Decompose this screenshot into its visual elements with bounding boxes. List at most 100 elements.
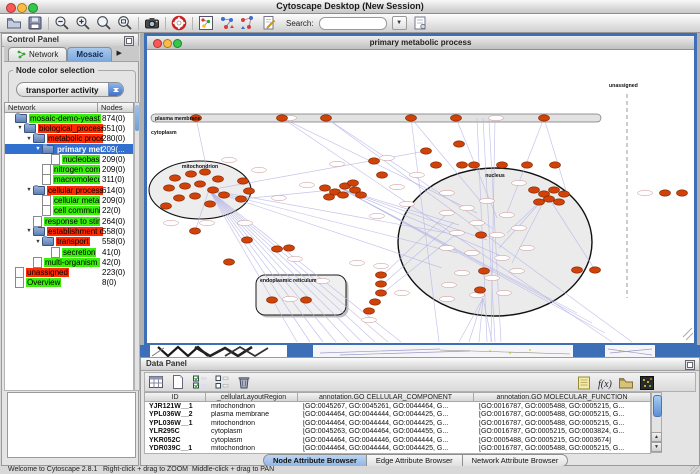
graph-node[interactable]	[660, 190, 671, 196]
table-scroll-up-button[interactable]: ▲	[651, 432, 662, 442]
search-dropdown-button[interactable]: ▼	[392, 16, 407, 30]
table-cell[interactable]: [GO:0016787, GO:0005488, GO:0005215, G..…	[475, 411, 651, 418]
graph-node[interactable]	[529, 187, 540, 193]
table-cell[interactable]: YPL036W__1	[145, 420, 207, 427]
graph-node[interactable]	[284, 245, 295, 251]
snapshot-icon[interactable]	[144, 15, 160, 31]
tree-row-cellular-metabo[interactable]: cellular metabo209(0)	[5, 195, 133, 205]
birds-eye-view[interactable]	[7, 392, 136, 458]
tree-row-macromolecule[interactable]: macromolecule311(0)	[5, 175, 133, 185]
graph-node[interactable]	[370, 299, 381, 305]
table-cell[interactable]: cytoplasm	[207, 428, 299, 435]
graph-node[interactable]	[301, 297, 312, 303]
graph-node[interactable]	[451, 115, 462, 121]
table-cell[interactable]: [GO:0045267, GO:0045261, GO:0044464, G..…	[299, 403, 475, 410]
graph-node[interactable]	[224, 259, 235, 265]
table-cell[interactable]: mitochondrion	[207, 420, 299, 427]
expander-icon[interactable]: ▼	[25, 187, 33, 193]
graph-node[interactable]	[219, 192, 230, 198]
graph-node[interactable]	[376, 272, 387, 278]
table-row[interactable]: YJR121W__1mitochondrion[GO:0045267, GO:0…	[145, 402, 650, 411]
graph-node[interactable]	[554, 199, 565, 205]
graph-node[interactable]	[186, 171, 197, 177]
column-header[interactable]: annotation.GO CELLULAR_COMPONENT	[298, 392, 474, 402]
graph-node[interactable]	[170, 175, 181, 181]
table-cell[interactable]: YLR295C	[145, 428, 207, 435]
table-cell[interactable]: [GO:0044464, GO:0044444, GO:0044425, G..…	[299, 411, 475, 418]
tree-row-metabolic-process[interactable]: ▼metabolic process280(0)	[5, 134, 133, 144]
zoom-selected-icon[interactable]	[117, 15, 133, 31]
network-canvas[interactable]: plasma membranecytoplasmmitochondrionnuc…	[147, 50, 694, 343]
table-cell[interactable]: [GO:0005488, GO:0005215, GO:0003674]	[475, 437, 651, 444]
tree-row-nucleobase-[interactable]: nucleobase-209(0)	[5, 154, 133, 164]
expander-icon[interactable]: ▼	[25, 228, 33, 234]
tab-overflow-arrow[interactable]: ▶	[116, 47, 121, 61]
table-cell[interactable]: mitochondrion	[207, 445, 299, 452]
graph-node[interactable]	[272, 246, 283, 252]
graph-node[interactable]	[544, 196, 555, 202]
notes-icon[interactable]	[576, 375, 592, 391]
table-cell[interactable]: YDR039C__1	[145, 445, 207, 452]
node-color-combobox[interactable]: transporter activity	[16, 82, 124, 97]
table-cell[interactable]: [GO:0044464, GO:0044444, GO:0044425, G..…	[299, 445, 475, 452]
table-cell[interactable]: [GO:0044464, GO:0044446, GO:0044444, G..…	[299, 437, 475, 444]
tree-row-multi-organism-pro[interactable]: multi-organism pro42(0)	[5, 257, 133, 267]
table-row[interactable]: YPL036W__1mitochondrion[GO:0044464, GO:0…	[145, 419, 650, 428]
table-cell[interactable]: YPL036W__2	[145, 411, 207, 418]
matrix-icon[interactable]	[639, 375, 655, 391]
graph-node[interactable]	[238, 178, 249, 184]
annotation-icon[interactable]	[261, 15, 277, 31]
column-header[interactable]: ID	[144, 392, 206, 402]
column-header[interactable]: annotation.GO MOLECULAR_FUNCTION	[474, 392, 651, 402]
table-cell[interactable]: mitochondrion	[207, 403, 299, 410]
tree-row-overview[interactable]: Overview8(0)	[5, 278, 133, 288]
network-overview-icon[interactable]	[198, 15, 214, 31]
graph-node[interactable]	[205, 201, 216, 207]
graph-node[interactable]	[534, 199, 545, 205]
graph-node[interactable]	[277, 115, 288, 121]
table-cell[interactable]: [GO:0045263, GO:0044464, GO:0044455, G..…	[299, 428, 475, 435]
graph-node[interactable]	[677, 190, 688, 196]
table-cell[interactable]: plasma membrane	[207, 411, 299, 418]
graph-node[interactable]	[348, 180, 359, 186]
graph-node[interactable]	[590, 267, 601, 273]
new-attribute-icon[interactable]	[170, 374, 186, 390]
graph-node[interactable]	[174, 195, 185, 201]
search-input[interactable]	[319, 17, 387, 30]
graph-node[interactable]	[242, 237, 253, 243]
graph-node[interactable]	[320, 185, 331, 191]
table-row[interactable]: YLR295Ccytoplasm[GO:0045263, GO:0044464,…	[145, 428, 650, 437]
expander-icon[interactable]: ▼	[25, 136, 33, 142]
tree-row-unassigned[interactable]: unassigned223(0)	[5, 267, 133, 277]
tree-header-network[interactable]: Network	[4, 102, 98, 113]
save-icon[interactable]	[27, 15, 43, 31]
graph-node[interactable]	[549, 187, 560, 193]
table-scrollbar-thumb[interactable]	[653, 395, 662, 417]
tree-row-establishment-of-lo[interactable]: ▼establishment of lo558(0)	[5, 226, 133, 236]
tree-row-secretion[interactable]: secretion41(0)	[5, 247, 133, 257]
canvas-resize-grip[interactable]	[686, 333, 693, 340]
tree-row-response-to-stimulu[interactable]: response to stimulu264(0)	[5, 216, 133, 226]
table-cell[interactable]: [GO:0016787, GO:0005488, GO:0005215, G..…	[475, 420, 651, 427]
graph-node[interactable]	[376, 281, 387, 287]
tree-row-transport[interactable]: ▼transport558(0)	[5, 237, 133, 247]
tree-header-nodes[interactable]: Nodes	[98, 102, 134, 113]
graph-node[interactable]	[476, 232, 487, 238]
graph-node[interactable]	[376, 290, 387, 296]
graph-node[interactable]	[364, 308, 375, 314]
float-panel-icon[interactable]	[124, 36, 134, 46]
graph-node[interactable]	[208, 187, 219, 193]
graph-node[interactable]	[457, 162, 468, 168]
table-icon[interactable]	[148, 374, 164, 390]
table-cell[interactable]: YJR121W__1	[145, 403, 207, 410]
graph-node[interactable]	[164, 185, 175, 191]
graph-node[interactable]	[479, 268, 490, 274]
tree-row-biological-process[interactable]: ▼biological_process651(0)	[5, 123, 133, 133]
graph-node[interactable]	[244, 188, 255, 194]
zoom-in-icon[interactable]	[75, 15, 91, 31]
float-panel-icon[interactable]	[685, 360, 695, 370]
graph-node[interactable]	[522, 162, 533, 168]
graph-node[interactable]	[475, 287, 486, 293]
graph-node[interactable]	[356, 192, 367, 198]
tab-mosaic[interactable]: Mosaic	[67, 47, 112, 61]
